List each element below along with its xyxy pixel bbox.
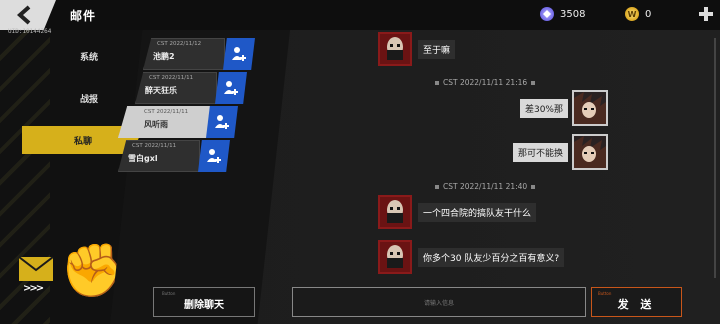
contact-item[interactable]: CST 2022/11/12 池鹏2	[143, 38, 257, 70]
masked-character-icon	[380, 34, 410, 64]
spiky-hair-character-icon	[574, 92, 606, 124]
avatar[interactable]	[378, 240, 412, 274]
add-friend-icon	[215, 115, 229, 129]
message-bubble: 那可不能换	[512, 142, 568, 162]
masked-character-icon	[380, 197, 410, 227]
mail-screen: ✊ 邮件 3508 W 0 UID:10144264 系统 战报 私聊 >>> …	[0, 0, 720, 324]
contact-date: CST 2022/11/12	[157, 41, 202, 47]
avatar[interactable]	[378, 195, 412, 229]
send-button[interactable]: Button 发 送	[591, 287, 682, 317]
input-placeholder: 请输入信息	[423, 299, 454, 307]
mail-icon	[18, 256, 54, 282]
message-bubble: 一个四合院的搞队友干什么	[418, 202, 537, 222]
chevrons-icon: >>>	[23, 283, 44, 294]
add-friend-icon	[207, 149, 221, 163]
contact-name: 醉天狂乐	[145, 86, 177, 95]
back-arrow-icon	[16, 5, 31, 25]
contact-item[interactable]: CST 2022/11/11 醉天狂乐	[135, 72, 249, 104]
contact-name: 池鹏2	[153, 52, 175, 61]
avatar[interactable]	[572, 90, 608, 126]
add-friend-button[interactable]	[215, 72, 247, 104]
add-friend-icon	[224, 81, 238, 95]
timestamp-text: CST 2022/11/11 21:16	[443, 78, 528, 87]
coin-icon: W	[625, 7, 639, 21]
avatar[interactable]	[378, 32, 412, 66]
top-bar: 邮件 3508 W 0	[0, 0, 720, 30]
chat-log: 至于嘛 CST 2022/11/11 21:16 差30%那 那可不能换 CST…	[270, 30, 720, 284]
message-input[interactable]: 请输入信息	[292, 287, 586, 317]
contact-date: CST 2022/11/11	[132, 143, 177, 149]
contact-name: 雪白gxl	[128, 154, 158, 163]
coin-amount: 0	[645, 8, 652, 20]
spiky-hair-character-icon	[574, 136, 606, 168]
chat-timestamp: CST 2022/11/11 21:40	[435, 182, 585, 191]
message-bubble: 你多个30 队友少百分之百有意义?	[418, 247, 565, 267]
message-outgoing: 那可不能换	[512, 134, 608, 170]
chat-timestamp: CST 2022/11/11 21:16	[435, 78, 585, 87]
bullet-icon	[531, 184, 536, 189]
contact-date: CST 2022/11/11	[149, 75, 194, 81]
user-id: UID:10144264	[8, 28, 52, 35]
gem-amount: 3508	[560, 8, 586, 20]
contact-item[interactable]: CST 2022/11/11 雪白gxl	[118, 140, 232, 172]
bullet-icon	[435, 80, 439, 85]
contact-date: CST 2022/11/11	[144, 109, 189, 115]
add-friend-button[interactable]	[223, 38, 255, 70]
timestamp-text: CST 2022/11/11 21:40	[443, 182, 528, 191]
message-incoming: 至于嘛	[378, 32, 456, 66]
message-bubble: 至于嘛	[418, 39, 456, 59]
send-label: 发 送	[617, 298, 656, 311]
back-button[interactable]	[0, 0, 56, 30]
coin-counter: W 0	[625, 7, 651, 21]
add-friend-icon	[232, 47, 246, 61]
plus-icon	[699, 7, 713, 21]
message-outgoing: 差30%那	[519, 90, 608, 126]
gem-icon	[540, 7, 554, 21]
contact-item-selected[interactable]: CST 2022/11/11 风听雨	[118, 106, 238, 138]
gem-counter: 3508	[540, 7, 585, 21]
delete-chat-button[interactable]: Button 删除聊天	[153, 287, 255, 317]
message-bubble: 差30%那	[519, 98, 568, 118]
masked-character-icon	[380, 242, 410, 272]
delete-chat-label: 删除聊天	[184, 300, 224, 311]
chat-scrollbar[interactable]	[714, 38, 716, 278]
page-title: 邮件	[70, 9, 97, 23]
avatar[interactable]	[572, 134, 608, 170]
bullet-icon	[435, 184, 439, 189]
contact-name: 风听雨	[144, 120, 168, 129]
add-friend-button[interactable]	[198, 140, 230, 172]
add-currency-button[interactable]	[697, 5, 715, 23]
message-incoming: 你多个30 队友少百分之百有意义?	[378, 240, 565, 274]
add-friend-button[interactable]	[206, 106, 238, 138]
message-incoming: 一个四合院的搞队友干什么	[378, 195, 537, 229]
tab-system[interactable]: 系统	[34, 42, 144, 70]
bullet-icon	[531, 80, 536, 85]
